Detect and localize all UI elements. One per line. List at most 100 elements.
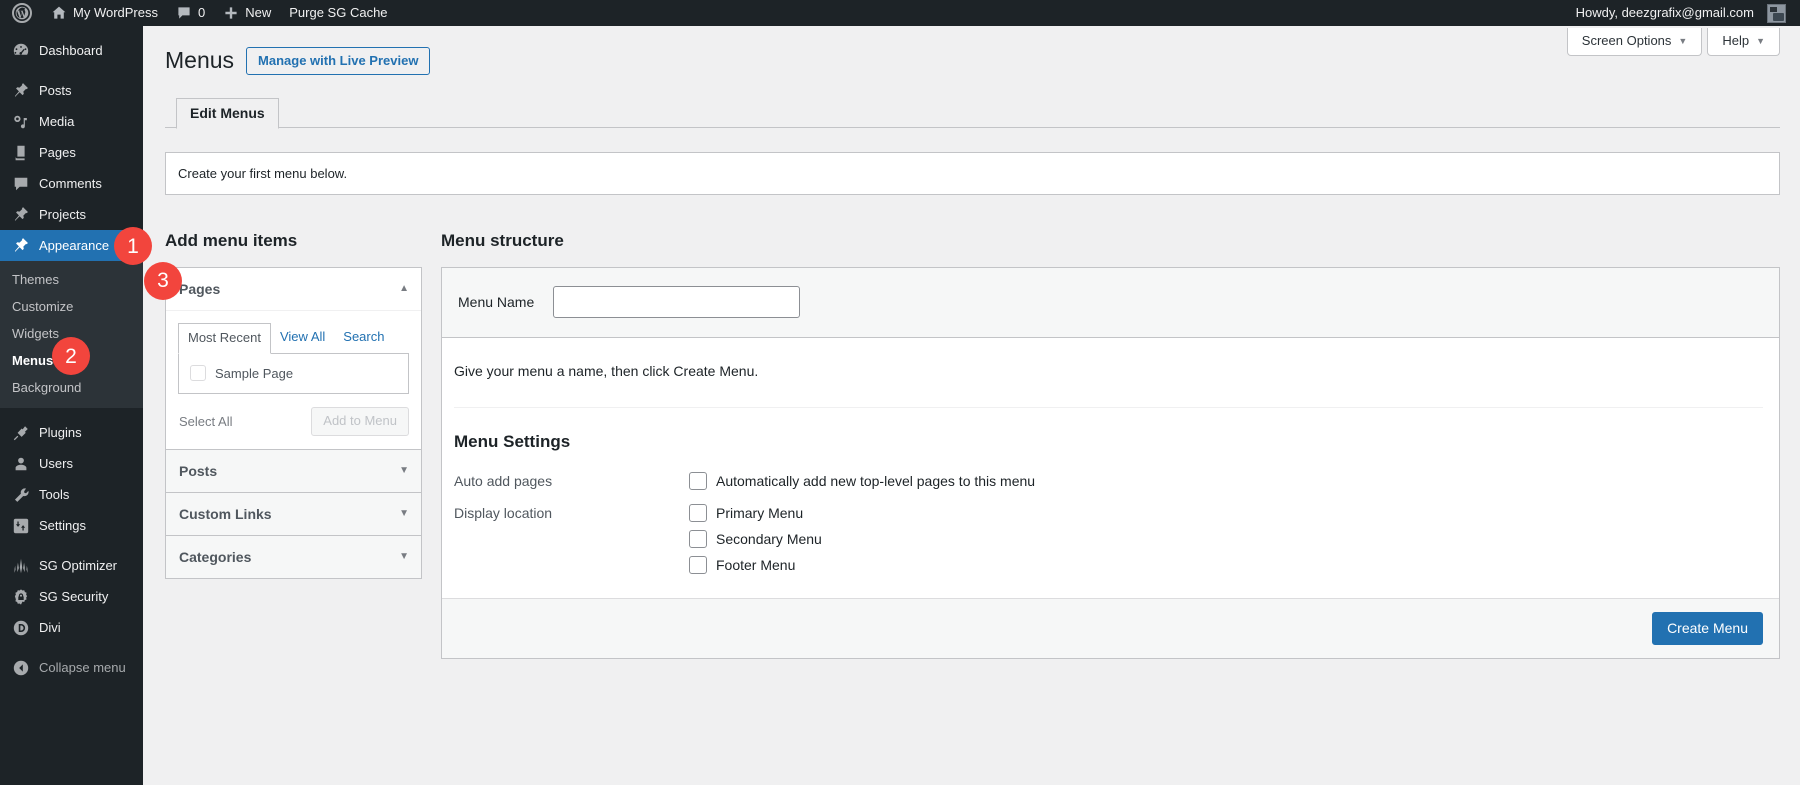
auto-add-pages-option-label: Automatically add new top-level pages to…: [716, 472, 1036, 489]
sidebar-item-posts[interactable]: Posts: [0, 75, 143, 106]
sidebar-item-label: Media: [39, 114, 75, 129]
help-button[interactable]: Help ▼: [1707, 28, 1780, 56]
manage-with-live-preview-button[interactable]: Manage with Live Preview: [246, 46, 431, 75]
auto-add-pages-options: Automatically add new top-level pages to…: [689, 470, 1035, 492]
page-title: Menus: [165, 47, 235, 73]
sidebar-subitem-menus[interactable]: Menus 2: [0, 337, 143, 375]
sidebar-item-appearance[interactable]: Appearance 1: [0, 227, 152, 265]
add-to-menu-button[interactable]: Add to Menu: [311, 407, 409, 437]
new-content-button[interactable]: New: [214, 0, 280, 26]
sidebar-item-plugins[interactable]: Plugins: [0, 417, 143, 448]
chevron-down-icon: ▼: [1678, 36, 1688, 46]
auto-add-pages-row: Auto add pages Automatically add new top…: [454, 470, 1763, 492]
sidebar-item-label: Projects: [39, 207, 86, 222]
sidebar-subitem-background[interactable]: Background: [0, 374, 143, 401]
comment-count: 0: [198, 5, 206, 20]
collapse-menu-label: Collapse menu: [39, 660, 126, 675]
purge-sg-cache-button[interactable]: Purge SG Cache: [280, 0, 396, 26]
add-menu-items-column: Add menu items Pages ▲ 3 Most Recent Vie…: [144, 229, 422, 659]
plug-icon: [12, 424, 30, 442]
display-location-label: Display location: [454, 504, 553, 521]
auto-add-pages-label: Auto add pages: [454, 472, 553, 489]
sidebar-item-tools[interactable]: Tools: [0, 479, 143, 510]
page-checkbox[interactable]: [190, 365, 206, 382]
chevron-down-icon: ▼: [399, 551, 409, 563]
menu-structure-hint: Give your menu a name, then click Create…: [454, 363, 759, 380]
screen-options-button[interactable]: Screen Options ▼: [1566, 28, 1703, 56]
add-menu-items-heading: Add menu items: [165, 231, 298, 251]
pages-tab-view-all[interactable]: View All: [271, 323, 334, 354]
sidebar-item-users[interactable]: Users: [0, 448, 143, 479]
sidebar-subitem-themes[interactable]: Themes: [0, 266, 143, 293]
sidebar-item-label: Pages: [39, 145, 76, 160]
new-label: New: [245, 5, 272, 20]
sidebar-item-label: Divi: [39, 620, 61, 635]
media-icon: [12, 113, 30, 131]
accordion-header-categories[interactable]: Categories ▼: [166, 536, 421, 579]
sidebar-item-pages[interactable]: Pages: [0, 137, 143, 168]
sidebar-item-media[interactable]: Media: [0, 106, 143, 137]
comments-button[interactable]: 0: [167, 0, 214, 26]
location-option-footer[interactable]: Footer Menu: [689, 554, 822, 576]
create-menu-button[interactable]: Create Menu: [1652, 611, 1763, 645]
plus-icon: [223, 5, 239, 21]
menu-name-input[interactable]: [553, 286, 801, 319]
notice-text: Create your first menu below.: [178, 165, 348, 181]
sidebar-item-projects[interactable]: Projects: [0, 199, 143, 230]
primary-menu-checkbox[interactable]: [689, 503, 707, 522]
location-label: Secondary Menu: [716, 530, 822, 547]
location-option-secondary[interactable]: Secondary Menu: [689, 528, 822, 550]
display-location-options: Primary Menu Secondary Menu Footer Menu: [689, 502, 822, 576]
account-menu-button[interactable]: Howdy, deezgrafix@gmail.com: [1567, 0, 1800, 26]
sidebar-gap-1: [0, 66, 143, 75]
admin-bar: My WordPress 0 New Purge SG Cache Howdy,…: [0, 0, 1800, 26]
sidebar-item-divi[interactable]: Divi: [0, 612, 143, 643]
sidebar-subitem-customize[interactable]: Customize: [0, 293, 143, 320]
footer-menu-checkbox[interactable]: [689, 555, 707, 574]
chevron-up-icon: ▲: [399, 283, 409, 295]
select-all-link[interactable]: Select All: [179, 414, 232, 429]
sg-optimizer-icon: [12, 557, 30, 575]
collapse-arrow-icon: [12, 659, 30, 677]
site-name-button[interactable]: My WordPress: [42, 0, 167, 26]
page-wrap: Menus Manage with Live Preview Edit Menu…: [143, 26, 1800, 659]
auto-add-pages-option[interactable]: Automatically add new top-level pages to…: [689, 470, 1035, 492]
accordion-header-pages[interactable]: Pages ▲ 3: [144, 262, 421, 312]
sidebar-item-settings[interactable]: Settings: [0, 510, 143, 541]
list-item[interactable]: Sample Page: [190, 365, 397, 382]
wrench-icon: [12, 486, 30, 504]
admin-sidebar: Dashboard Posts Media Pages Comments Pro…: [0, 26, 152, 785]
sidebar-item-label: Posts: [39, 83, 72, 98]
add-menu-items-accordion: Pages ▲ 3 Most Recent View All Search Sa…: [144, 262, 422, 580]
accordion-header-posts[interactable]: Posts ▼: [166, 450, 421, 494]
tab-edit-menus[interactable]: Edit Menus: [176, 97, 279, 129]
comment-bubble-icon: [176, 5, 192, 21]
avatar-icon: [1767, 3, 1786, 23]
sidebar-item-sg-security[interactable]: SG Security: [0, 581, 143, 612]
pages-tab-most-recent[interactable]: Most Recent: [178, 323, 271, 355]
collapse-menu-button[interactable]: Collapse menu: [0, 652, 143, 683]
auto-add-pages-checkbox[interactable]: [689, 471, 707, 490]
accordion-header-custom-links[interactable]: Custom Links ▼: [166, 493, 421, 537]
sidebar-item-label: Plugins: [39, 425, 82, 440]
page-label: Sample Page: [215, 365, 294, 381]
accordion-title: Pages: [179, 281, 221, 298]
wordpress-logo-button[interactable]: [0, 0, 42, 26]
sidebar-item-dashboard[interactable]: Dashboard: [0, 35, 143, 66]
pages-panel-footer: Select All Add to Menu: [166, 394, 421, 451]
admin-content: Screen Options ▼ Help ▼ Menus Manage wit…: [143, 26, 1800, 785]
secondary-menu-checkbox[interactable]: [689, 529, 707, 548]
pages-tab-search[interactable]: Search: [334, 323, 393, 354]
sidebar-item-comments[interactable]: Comments: [0, 168, 143, 199]
sidebar-item-label: SG Optimizer: [39, 558, 118, 573]
pin-icon: [12, 82, 30, 100]
screen-options-label: Screen Options: [1581, 33, 1672, 48]
location-option-primary[interactable]: Primary Menu: [689, 502, 822, 524]
site-name-label: My WordPress: [73, 5, 158, 20]
menu-structure-footer: Create Menu: [442, 597, 1779, 658]
pages-icon: [12, 144, 30, 162]
pages-panel-body: Most Recent View All Search Sample Page: [166, 311, 421, 395]
shield-gear-icon: [12, 588, 30, 606]
step-badge-3: 3: [144, 262, 182, 301]
sidebar-item-sg-optimizer[interactable]: SG Optimizer: [0, 550, 143, 581]
